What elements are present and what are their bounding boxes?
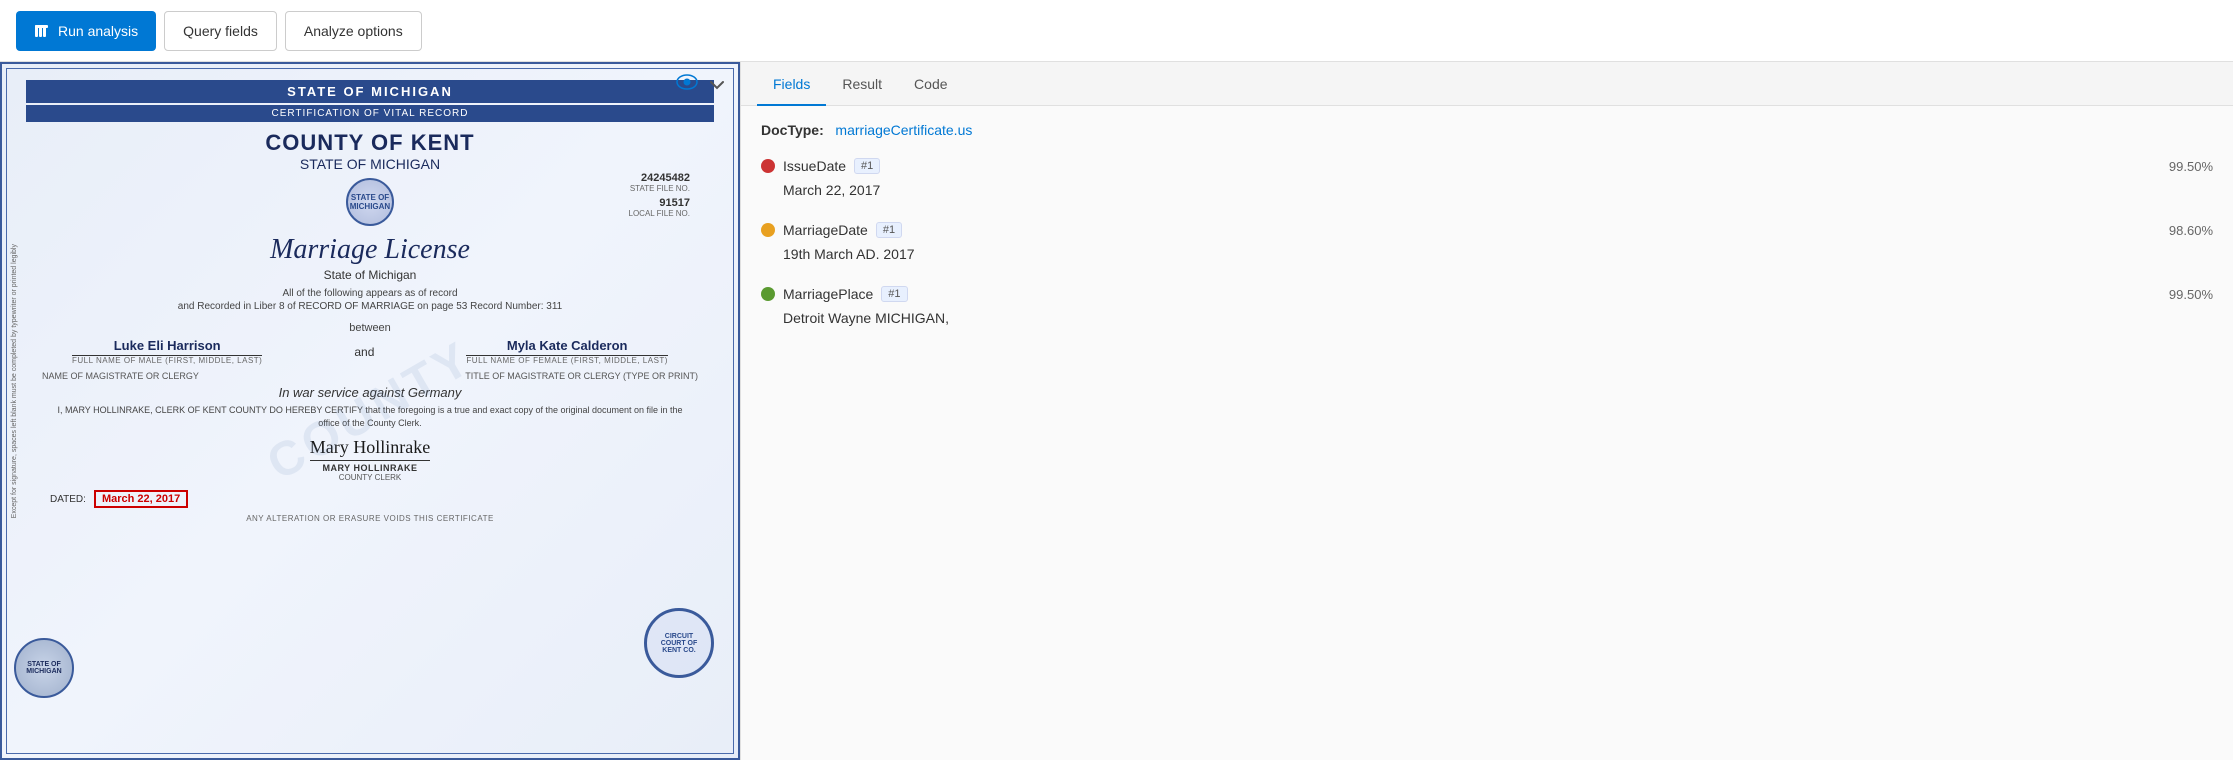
cert-sig-cursive: Mary Hollinrake xyxy=(310,437,430,461)
cert-body-text: All of the following appears as of recor… xyxy=(282,288,457,299)
field-badge-2: #1 xyxy=(881,286,907,302)
cert-sig-main: Mary Hollinrake MARY HOLLINRAKE COUNTY C… xyxy=(310,437,430,482)
cert-record-line: and Recorded in Liber 8 of RECORD OF MAR… xyxy=(178,301,562,312)
tab-result[interactable]: Result xyxy=(826,62,898,106)
cert-and: and xyxy=(354,345,374,359)
field-left-2: MarriagePlace #1 xyxy=(761,286,908,302)
cert-footer-text: ANY ALTERATION OR ERASURE VOIDS THIS CER… xyxy=(246,514,494,523)
cert-certification-text: I, MARY HOLLINRAKE, CLERK OF KENT COUNTY… xyxy=(26,404,714,429)
cert-file-numbers: 24245482 STATE FILE NO. 91517 LOCAL FILE… xyxy=(629,172,691,218)
cert-bride-name: Myla Kate Calderon xyxy=(466,338,668,356)
cert-dated-label: DATED: xyxy=(50,494,86,505)
field-value-0: March 22, 2017 xyxy=(761,182,2213,198)
cert-magistrate-label: NAME OF MAGISTRATE OR CLERGY xyxy=(42,371,199,381)
certificate-document: Except for signature, spaces left blank … xyxy=(0,62,740,760)
cert-sig-title: COUNTY CLERK xyxy=(310,473,430,482)
field-dot-2 xyxy=(761,287,775,301)
cert-title: Marriage License xyxy=(270,234,470,266)
field-item: MarriagePlace #1 99.50% Detroit Wayne MI… xyxy=(761,286,2213,326)
run-analysis-label: Run analysis xyxy=(58,23,138,39)
field-confidence-2: 99.50% xyxy=(2169,287,2213,302)
cert-left-seal: STATE OFMICHIGAN xyxy=(14,638,74,698)
cert-seal: STATE OF MICHIGAN xyxy=(346,178,394,226)
field-header-0: IssueDate #1 99.50% xyxy=(761,158,2213,174)
cert-dated-value: March 22, 2017 xyxy=(94,490,188,508)
field-value-1: 19th March AD. 2017 xyxy=(761,246,2213,262)
cert-county: COUNTY OF KENT xyxy=(265,130,474,156)
doctype-label: DocType: xyxy=(761,122,824,138)
cert-dated-row: DATED: March 22, 2017 xyxy=(26,490,714,508)
field-left-0: IssueDate #1 xyxy=(761,158,880,174)
chevron-down-icon-button[interactable] xyxy=(706,70,728,99)
cert-header-banner: STATE OF MICHIGAN xyxy=(26,80,714,103)
field-badge-1: #1 xyxy=(876,222,902,238)
field-confidence-1: 98.60% xyxy=(2169,223,2213,238)
right-panel: Fields Result Code DocType: marriageCert… xyxy=(740,62,2233,760)
cert-sub-banner: CERTIFICATION OF VITAL RECORD xyxy=(26,105,714,122)
cert-between: between xyxy=(349,322,391,334)
cert-bride-label: FULL NAME OF FEMALE (FIRST, MIDDLE, LAST… xyxy=(466,356,668,365)
doctype-value: marriageCertificate.us xyxy=(835,122,972,138)
field-dot-1 xyxy=(761,223,775,237)
cert-file-no-label: STATE FILE NO. xyxy=(629,184,691,193)
query-fields-button[interactable]: Query fields xyxy=(164,11,277,51)
field-name-1: MarriageDate xyxy=(783,222,868,238)
run-analysis-button[interactable]: Run analysis xyxy=(16,11,156,51)
cert-war-service: In war service against Germany xyxy=(279,385,462,400)
field-value-2: Detroit Wayne MICHIGAN, xyxy=(761,310,2213,326)
run-icon xyxy=(34,23,50,39)
field-header-2: MarriagePlace #1 99.50% xyxy=(761,286,2213,302)
field-confidence-0: 99.50% xyxy=(2169,159,2213,174)
cert-seal-row: STATE OF MICHIGAN xyxy=(26,178,714,226)
cert-bride: Myla Kate Calderon FULL NAME OF FEMALE (… xyxy=(466,338,668,365)
chevron-down-icon xyxy=(710,80,724,90)
field-item: IssueDate #1 99.50% March 22, 2017 xyxy=(761,158,2213,198)
toolbar: Run analysis Query fields Analyze option… xyxy=(0,0,2233,62)
cert-groom-name: Luke Eli Harrison xyxy=(72,338,262,356)
cert-state: STATE OF MICHIGAN xyxy=(300,156,440,172)
field-header-1: MarriageDate #1 98.60% xyxy=(761,222,2213,238)
tabs-bar: Fields Result Code xyxy=(741,62,2233,106)
cert-signatures: Mary Hollinrake MARY HOLLINRAKE COUNTY C… xyxy=(26,437,714,482)
fields-content: DocType: marriageCertificate.us IssueDat… xyxy=(741,106,2233,760)
fields-list: IssueDate #1 99.50% March 22, 2017 Marri… xyxy=(761,158,2213,326)
tab-code[interactable]: Code xyxy=(898,62,963,106)
cert-local-file-label: LOCAL FILE NO. xyxy=(629,209,691,218)
doctype-row: DocType: marriageCertificate.us xyxy=(761,122,2213,138)
tab-fields[interactable]: Fields xyxy=(757,62,826,106)
cert-magistrate-row: NAME OF MAGISTRATE OR CLERGY TITLE OF MA… xyxy=(26,371,714,381)
field-name-2: MarriagePlace xyxy=(783,286,873,302)
cert-subtitle: State of Michigan xyxy=(324,268,417,282)
eye-icon-button[interactable] xyxy=(672,70,702,99)
field-item: MarriageDate #1 98.60% 19th March AD. 20… xyxy=(761,222,2213,262)
query-fields-label: Query fields xyxy=(183,23,258,39)
field-badge-0: #1 xyxy=(854,158,880,174)
cert-groom-label: FULL NAME OF MALE (FIRST, MIDDLE, LAST) xyxy=(72,356,262,365)
cert-file-no-value: 24245482 xyxy=(629,172,691,184)
field-left-1: MarriageDate #1 xyxy=(761,222,902,238)
cert-stamp: CIRCUITCOURT OFKENT CO. xyxy=(644,608,714,678)
eye-icon xyxy=(676,74,698,90)
cert-groom: Luke Eli Harrison FULL NAME OF MALE (FIR… xyxy=(72,338,262,365)
document-controls xyxy=(672,70,728,99)
analyze-options-label: Analyze options xyxy=(304,23,403,39)
document-image-container: Except for signature, spaces left blank … xyxy=(0,62,740,760)
field-name-0: IssueDate xyxy=(783,158,846,174)
cert-parties: Luke Eli Harrison FULL NAME OF MALE (FIR… xyxy=(26,338,714,365)
analyze-options-button[interactable]: Analyze options xyxy=(285,11,422,51)
document-panel: Except for signature, spaces left blank … xyxy=(0,62,740,760)
cert-sig-name: MARY HOLLINRAKE xyxy=(310,463,430,473)
cert-title-label: TITLE OF MAGISTRATE OR CLERGY (TYPE OR P… xyxy=(465,371,698,381)
cert-left-text: Except for signature, spaces left blank … xyxy=(10,244,19,518)
cert-local-file-value: 91517 xyxy=(629,197,691,209)
field-dot-0 xyxy=(761,159,775,173)
main-content: Except for signature, spaces left blank … xyxy=(0,62,2233,760)
